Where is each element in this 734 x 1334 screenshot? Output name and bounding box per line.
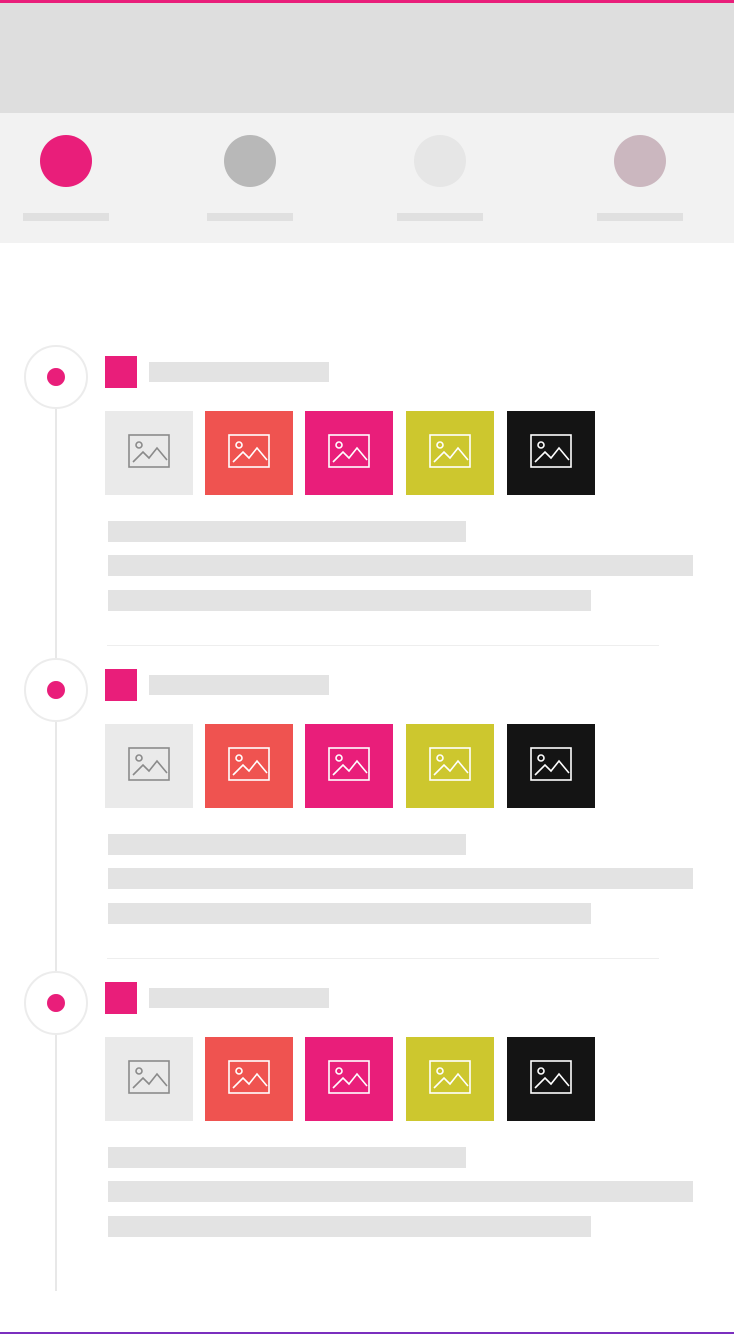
text-line-placeholder bbox=[108, 868, 693, 889]
image-icon bbox=[127, 746, 171, 787]
thumbnail-1[interactable] bbox=[105, 411, 193, 495]
image-icon bbox=[327, 1059, 371, 1100]
image-icon bbox=[428, 746, 472, 787]
thumbnail-3[interactable] bbox=[305, 1037, 393, 1121]
tab-label-placeholder bbox=[207, 213, 293, 221]
entry-title-placeholder bbox=[149, 988, 329, 1008]
tab-1[interactable] bbox=[6, 113, 126, 243]
thumbnail-4[interactable] bbox=[406, 1037, 494, 1121]
tab-4[interactable] bbox=[580, 113, 700, 243]
thumbnail-5[interactable] bbox=[507, 724, 595, 808]
image-icon bbox=[227, 1059, 271, 1100]
text-line-placeholder bbox=[108, 1181, 693, 1202]
text-line-placeholder bbox=[108, 1216, 591, 1237]
entry-title-placeholder bbox=[149, 675, 329, 695]
entry-divider bbox=[107, 645, 659, 646]
thumbnail-3[interactable] bbox=[305, 724, 393, 808]
text-line-placeholder bbox=[108, 834, 466, 855]
image-icon bbox=[327, 433, 371, 474]
timeline-node-dot bbox=[47, 994, 65, 1012]
tab-label-placeholder bbox=[23, 213, 109, 221]
thumbnail-4[interactable] bbox=[406, 724, 494, 808]
tab-label-placeholder bbox=[597, 213, 683, 221]
timeline-line bbox=[55, 403, 57, 1291]
timeline-node-dot bbox=[47, 368, 65, 386]
timeline-node-dot bbox=[47, 681, 65, 699]
image-icon bbox=[327, 746, 371, 787]
tab-3[interactable] bbox=[380, 113, 500, 243]
text-line-placeholder bbox=[108, 590, 591, 611]
tab-dot bbox=[40, 135, 92, 187]
image-icon bbox=[227, 433, 271, 474]
tab-dot bbox=[414, 135, 466, 187]
text-line-placeholder bbox=[108, 555, 693, 576]
image-icon bbox=[428, 433, 472, 474]
app-header bbox=[0, 3, 734, 113]
thumbnail-2[interactable] bbox=[205, 1037, 293, 1121]
thumbnail-2[interactable] bbox=[205, 724, 293, 808]
image-icon bbox=[529, 746, 573, 787]
image-icon bbox=[227, 746, 271, 787]
timeline-node[interactable] bbox=[24, 971, 88, 1035]
thumbnail-5[interactable] bbox=[507, 411, 595, 495]
image-icon bbox=[529, 433, 573, 474]
entry-badge bbox=[105, 982, 137, 1014]
thumbnail-5[interactable] bbox=[507, 1037, 595, 1121]
timeline-node[interactable] bbox=[24, 658, 88, 722]
entry-badge bbox=[105, 356, 137, 388]
thumbnail-1[interactable] bbox=[105, 724, 193, 808]
tab-label-placeholder bbox=[397, 213, 483, 221]
image-icon bbox=[529, 1059, 573, 1100]
thumbnail-1[interactable] bbox=[105, 1037, 193, 1121]
timeline-node[interactable] bbox=[24, 345, 88, 409]
thumbnail-2[interactable] bbox=[205, 411, 293, 495]
text-line-placeholder bbox=[108, 521, 466, 542]
entry-title-placeholder bbox=[149, 362, 329, 382]
tab-2[interactable] bbox=[190, 113, 310, 243]
app-frame bbox=[0, 0, 734, 1334]
tab-dot bbox=[224, 135, 276, 187]
text-line-placeholder bbox=[108, 903, 591, 924]
text-line-placeholder bbox=[108, 1147, 466, 1168]
entry-badge bbox=[105, 669, 137, 701]
thumbnail-4[interactable] bbox=[406, 411, 494, 495]
tab-dot bbox=[614, 135, 666, 187]
thumbnail-3[interactable] bbox=[305, 411, 393, 495]
entry-divider bbox=[107, 958, 659, 959]
image-icon bbox=[127, 433, 171, 474]
image-icon bbox=[127, 1059, 171, 1100]
image-icon bbox=[428, 1059, 472, 1100]
tab-bar bbox=[0, 113, 734, 243]
